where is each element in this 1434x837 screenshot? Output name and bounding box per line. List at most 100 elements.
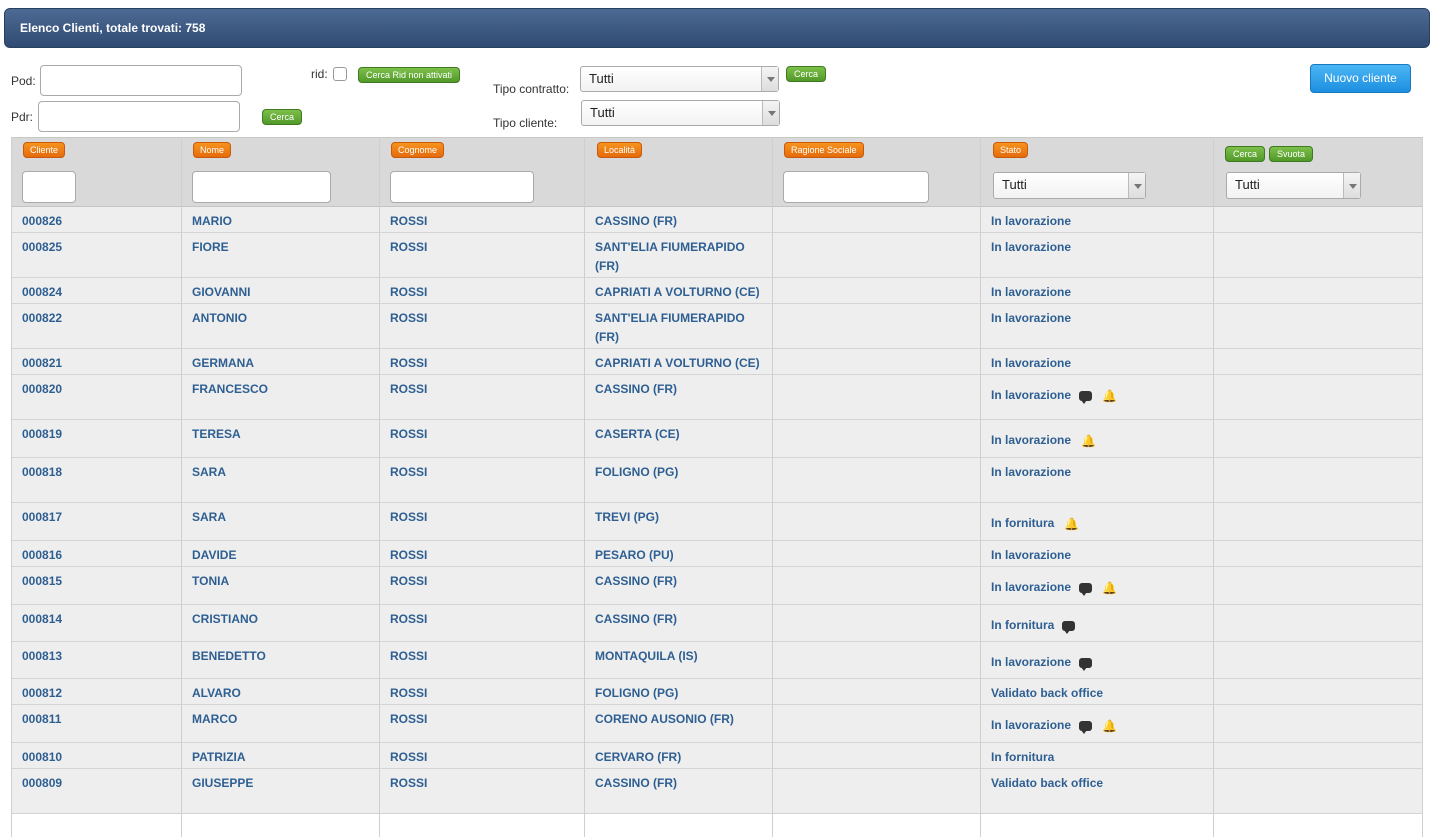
nome-cell[interactable]: GERMANA — [192, 354, 254, 373]
table-row[interactable]: 000816 DAVIDE ROSSI PESARO (PU) In lavorazio… — [12, 541, 1422, 567]
table-row[interactable]: 000809 GIUSEPPE ROSSI CASSINO (FR) Validato … — [12, 769, 1422, 814]
cliente-link[interactable]: 000821 — [22, 354, 62, 373]
sort-stato-button[interactable]: Stato — [993, 142, 1029, 158]
nome-cell[interactable]: TONIA — [192, 572, 229, 591]
cognome-cell[interactable]: ROSSI — [390, 380, 427, 399]
cognome-cell[interactable]: ROSSI — [390, 425, 427, 444]
tipo-cliente-select[interactable]: Tutti — [581, 100, 780, 126]
localita-cell[interactable]: FOLIGNO (PG) — [595, 463, 765, 482]
sort-cliente-button[interactable]: Cliente — [23, 142, 66, 158]
filter-cliente-input[interactable] — [22, 171, 76, 203]
localita-cell[interactable]: CASSINO (FR) — [595, 380, 765, 399]
sort-cognome-button[interactable]: Cognome — [391, 142, 445, 158]
cognome-cell[interactable]: ROSSI — [390, 354, 427, 373]
nome-cell[interactable]: SARA — [192, 463, 226, 482]
localita-cell[interactable]: TREVI (PG) — [595, 508, 765, 527]
table-row[interactable]: 000812 ALVARO ROSSI FOLIGNO (PG) Validato ba… — [12, 679, 1422, 705]
table-row[interactable]: 000818 SARA ROSSI FOLIGNO (PG) In lavorazion… — [12, 458, 1422, 503]
cliente-link[interactable]: 000826 — [22, 212, 62, 231]
comment-icon[interactable] — [1079, 657, 1093, 671]
bell-icon[interactable]: 🔔 — [1102, 390, 1117, 402]
table-row[interactable]: 000820 FRANCESCO ROSSI CASSINO (FR) In lavor… — [12, 375, 1422, 420]
rid-checkbox[interactable] — [333, 67, 347, 81]
cliente-link[interactable]: 000816 — [22, 546, 62, 565]
cognome-cell[interactable]: ROSSI — [390, 710, 427, 729]
localita-cell[interactable]: SANT'ELIA FIUMERAPIDO (FR) — [595, 238, 765, 276]
cerca-rid-button[interactable]: Cerca Rid non attivati — [358, 67, 461, 83]
localita-cell[interactable]: CAPRIATI A VOLTURNO (CE) — [595, 283, 765, 302]
cognome-cell[interactable]: ROSSI — [390, 748, 427, 767]
table-row[interactable]: 000826 MARIO ROSSI CASSINO (FR) In lavorazio… — [12, 207, 1422, 233]
bell-icon[interactable]: 🔔 — [1102, 582, 1117, 594]
tipo-contratto-select[interactable]: Tutti — [580, 66, 779, 92]
nome-cell[interactable]: PATRIZIA — [192, 748, 246, 767]
cliente-link[interactable]: 000811 — [22, 710, 61, 729]
table-row[interactable]: 000813 BENEDETTO ROSSI MONTAQUILA (IS) In la… — [12, 642, 1422, 679]
table-row[interactable]: 000824 GIOVANNI ROSSI CAPRIATI A VOLTURNO (… — [12, 278, 1422, 304]
cognome-cell[interactable]: ROSSI — [390, 309, 427, 328]
cliente-link[interactable]: 000820 — [22, 380, 62, 399]
nome-cell[interactable]: ALVARO — [192, 684, 241, 703]
localita-cell[interactable]: CASSINO (FR) — [595, 212, 765, 231]
table-row[interactable]: 000814 CRISTIANO ROSSI CASSINO (FR) In forni… — [12, 605, 1422, 642]
table-row[interactable]: 000817 SARA ROSSI TREVI (PG) In fornitura 🔔 — [12, 503, 1422, 541]
cliente-link[interactable]: 000824 — [22, 283, 62, 302]
nome-cell[interactable]: FIORE — [192, 238, 229, 257]
cognome-cell[interactable]: ROSSI — [390, 508, 427, 527]
nuovo-cliente-button[interactable]: Nuovo cliente — [1310, 64, 1411, 93]
cognome-cell[interactable]: ROSSI — [390, 774, 427, 793]
table-cerca-button[interactable]: Cerca — [1225, 146, 1266, 162]
cliente-link[interactable]: 000817 — [22, 508, 62, 527]
cliente-link[interactable]: 000809 — [22, 774, 62, 793]
table-row[interactable]: 000825 FIORE ROSSI SANT'ELIA FIUMERAPIDO (F… — [12, 233, 1422, 278]
nome-cell[interactable]: MARIO — [192, 212, 232, 231]
table-row[interactable]: 000822 ANTONIO ROSSI SANT'ELIA FIUMERAPIDO … — [12, 304, 1422, 349]
cliente-link[interactable]: 000825 — [22, 238, 62, 257]
table-row[interactable]: 000810 PATRIZIA ROSSI CERVARO (FR) In fornit… — [12, 743, 1422, 769]
cliente-link[interactable]: 000810 — [22, 748, 62, 767]
localita-cell[interactable]: CASSINO (FR) — [595, 610, 765, 629]
table-row[interactable]: 000821 GERMANA ROSSI CAPRIATI A VOLTURNO (C… — [12, 349, 1422, 375]
localita-cell[interactable]: FOLIGNO (PG) — [595, 684, 765, 703]
filter-ragione-sociale-input[interactable] — [783, 171, 929, 203]
nome-cell[interactable]: GIOVANNI — [192, 283, 250, 302]
bell-icon[interactable]: 🔔 — [1081, 435, 1096, 447]
cognome-cell[interactable]: ROSSI — [390, 610, 427, 629]
extra-filter-select[interactable]: Tutti — [1226, 172, 1361, 199]
cognome-cell[interactable]: ROSSI — [390, 463, 427, 482]
pod-input[interactable] — [40, 65, 242, 96]
bell-icon[interactable]: 🔔 — [1102, 720, 1117, 732]
comment-icon[interactable] — [1062, 620, 1076, 634]
cognome-cell[interactable]: ROSSI — [390, 283, 427, 302]
cliente-link[interactable]: 000819 — [22, 425, 62, 444]
table-row[interactable]: 000815 TONIA ROSSI CASSINO (FR) In lavorazio… — [12, 567, 1422, 605]
filter-cognome-input[interactable] — [390, 171, 534, 203]
cognome-cell[interactable]: ROSSI — [390, 212, 427, 231]
cognome-cell[interactable]: ROSSI — [390, 238, 427, 257]
nome-cell[interactable]: TERESA — [192, 425, 241, 444]
stato-filter-select[interactable]: Tutti — [993, 172, 1146, 199]
localita-cell[interactable]: CERVARO (FR) — [595, 748, 765, 767]
localita-cell[interactable]: CAPRIATI A VOLTURNO (CE) — [595, 354, 765, 373]
localita-cell[interactable]: CASSINO (FR) — [595, 572, 765, 591]
localita-cell[interactable]: PESARO (PU) — [595, 546, 765, 565]
sort-localita-button[interactable]: Località — [597, 142, 643, 158]
cliente-link[interactable]: 000818 — [22, 463, 62, 482]
cognome-cell[interactable]: ROSSI — [390, 647, 427, 666]
comment-icon[interactable] — [1079, 390, 1093, 404]
cliente-link[interactable]: 000822 — [22, 309, 62, 328]
filter-nome-input[interactable] — [192, 171, 331, 203]
pdr-input[interactable] — [38, 101, 240, 132]
cliente-link[interactable]: 000814 — [22, 610, 62, 629]
localita-cell[interactable]: CASSINO (FR) — [595, 774, 765, 793]
cerca-pdr-button[interactable]: Cerca — [262, 109, 303, 125]
nome-cell[interactable]: BENEDETTO — [192, 647, 266, 666]
bell-icon[interactable]: 🔔 — [1064, 518, 1079, 530]
nome-cell[interactable]: GIUSEPPE — [192, 774, 253, 793]
localita-cell[interactable]: CORENO AUSONIO (FR) — [595, 710, 765, 729]
table-row[interactable]: 000811 MARCO ROSSI CORENO AUSONIO (FR) In la… — [12, 705, 1422, 743]
comment-icon[interactable] — [1079, 582, 1093, 596]
nome-cell[interactable]: FRANCESCO — [192, 380, 268, 399]
cerca-contratto-button[interactable]: Cerca — [786, 66, 827, 82]
nome-cell[interactable]: SARA — [192, 508, 226, 527]
